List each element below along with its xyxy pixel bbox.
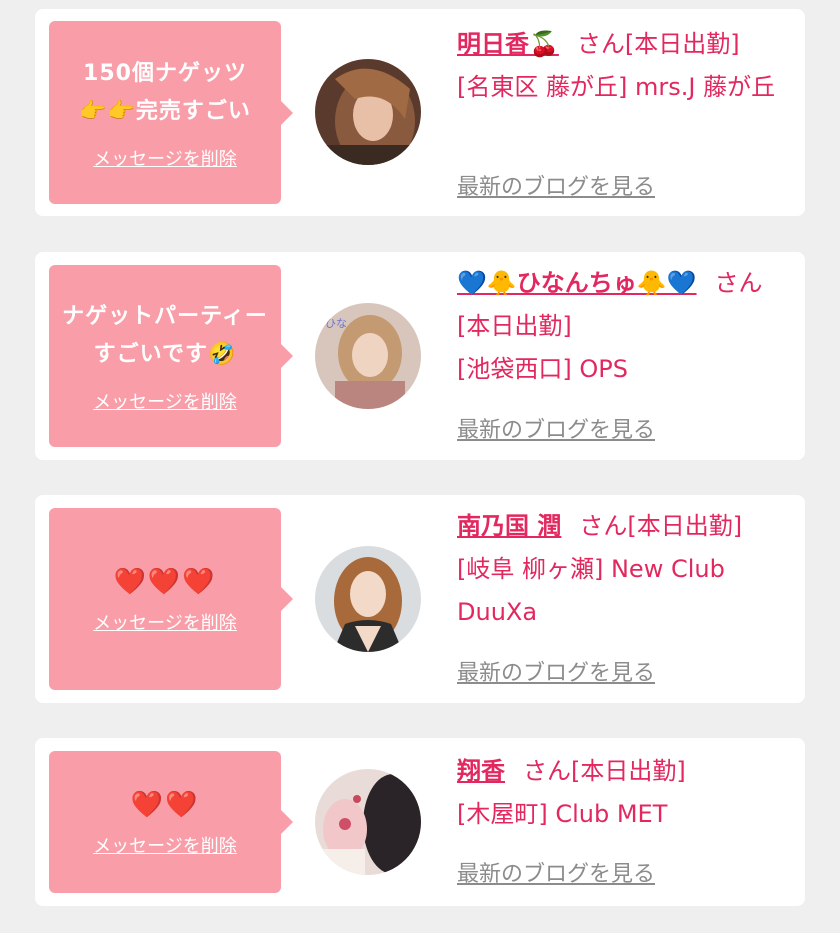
avatar-photo: ひな — [315, 303, 421, 409]
message-bubble: ナゲットパーティーすごいです🤣 メッセージを削除 — [49, 265, 293, 447]
delete-message-link[interactable]: メッセージを削除 — [93, 609, 237, 635]
shop-location: [木屋町] Club MET — [457, 800, 668, 828]
avatar[interactable] — [315, 59, 421, 165]
latest-blog-link[interactable]: 最新のブログを見る — [457, 169, 655, 201]
girl-name-link[interactable]: 明日香🍒 — [457, 30, 559, 58]
girl-info: 明日香🍒 さん[本日出勤] [名東区 藤が丘] mrs.J 藤が丘 — [457, 23, 793, 109]
avatar[interactable]: ひな — [315, 303, 421, 409]
delete-message-link[interactable]: メッセージを削除 — [93, 145, 237, 171]
girl-info: 💙🐥ひなんちゅ🐥💙 さん [本日出勤] [池袋西口] OPS — [457, 262, 793, 391]
latest-blog-link[interactable]: 最新のブログを見る — [457, 655, 655, 687]
avatar-photo — [315, 59, 421, 165]
svg-text:ひな: ひな — [325, 317, 347, 330]
delete-message-link[interactable]: メッセージを削除 — [93, 388, 237, 414]
message-list: 150個ナゲッツ👉👉完売すごい メッセージを削除 明日香🍒 さん[本日出勤] [名… — [0, 0, 840, 933]
honorific: さん — [523, 757, 571, 785]
girl-name-link[interactable]: 💙🐥ひなんちゅ🐥💙 — [457, 269, 697, 297]
message-card: 150個ナゲッツ👉👉完売すごい メッセージを削除 明日香🍒 さん[本日出勤] [名… — [35, 9, 805, 216]
work-status: [本日出勤] — [457, 312, 572, 340]
message-card: ❤️❤️❤️ メッセージを削除 南乃国 潤さん[本日出勤] [岐阜 柳ヶ瀬] N… — [35, 495, 805, 703]
honorific: さん — [576, 30, 625, 58]
message-text: ❤️❤️❤️ — [113, 567, 217, 597]
message-text: ナゲットパーティーすごいです🤣 — [62, 304, 268, 367]
message-bubble: ❤️❤️❤️ メッセージを削除 — [49, 508, 293, 690]
message-text: 150個ナゲッツ👉👉完売すごい — [79, 60, 251, 124]
girl-name-link[interactable]: 翔香 — [457, 757, 505, 785]
avatar-photo — [315, 546, 421, 652]
girl-info: 翔香 さん[本日出勤] [木屋町] Club MET — [457, 750, 793, 836]
message-card: ❤️❤️ メッセージを削除 翔香 さん[本日出勤] [木屋町] Club MET … — [35, 738, 805, 906]
message-bubble: ❤️❤️ メッセージを削除 — [49, 751, 293, 893]
work-status: [本日出勤] — [571, 757, 686, 785]
avatar[interactable] — [315, 546, 421, 652]
shop-location: [名東区 藤が丘] mrs.J 藤が丘 — [457, 73, 776, 101]
avatar[interactable] — [315, 769, 421, 875]
latest-blog-link[interactable]: 最新のブログを見る — [457, 856, 655, 888]
delete-message-link[interactable]: メッセージを削除 — [93, 832, 237, 858]
girl-name-link[interactable]: 南乃国 潤 — [457, 512, 561, 540]
message-bubble: 150個ナゲッツ👉👉完売すごい メッセージを削除 — [49, 21, 293, 204]
work-status: [本日出勤] — [627, 512, 743, 540]
girl-info: 南乃国 潤さん[本日出勤] [岐阜 柳ヶ瀬] New Club DuuXa — [457, 505, 793, 634]
shop-location: [岐阜 柳ヶ瀬] New Club DuuXa — [457, 555, 725, 626]
message-text: ❤️❤️ — [130, 790, 200, 820]
avatar-photo — [315, 769, 421, 875]
shop-location: [池袋西口] OPS — [457, 355, 628, 383]
honorific: さん — [714, 269, 763, 297]
work-status: [本日出勤] — [624, 30, 740, 58]
honorific: さん — [579, 512, 628, 540]
latest-blog-link[interactable]: 最新のブログを見る — [457, 412, 655, 444]
message-card: ナゲットパーティーすごいです🤣 メッセージを削除 ひな 💙🐥ひなんちゅ🐥💙 さん [… — [35, 252, 805, 460]
